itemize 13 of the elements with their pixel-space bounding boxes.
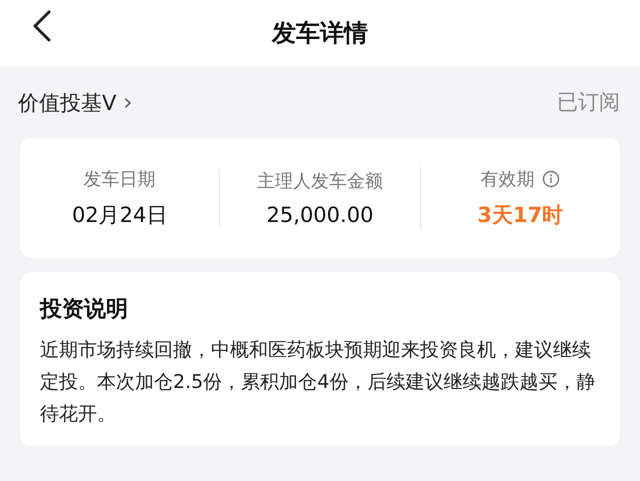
page-title: 发车详情 [272,18,368,49]
summary-label: 发车日期 [84,168,156,191]
fund-link[interactable]: 价值投基V › [18,88,133,116]
summary-value: 25,000.00 [266,203,374,227]
info-icon[interactable] [542,170,560,188]
summary-value: 3天17时 [477,202,564,229]
summary-value: 02月24日 [72,202,168,229]
description-text: 近期市场持续回撤，中概和医药板块预期迎来投资良机，建议继续定投。本次加仓2.5份，累积加仓4份，后续建议继续越跌越买，静待花开。 [40,338,596,427]
summary-label: 有效期 [480,168,534,191]
summary-label: 主理人发车金额 [256,170,383,193]
back-icon[interactable] [32,10,52,42]
section-title: 投资说明 [40,296,129,324]
subscription-status: 已订阅 [557,89,620,116]
